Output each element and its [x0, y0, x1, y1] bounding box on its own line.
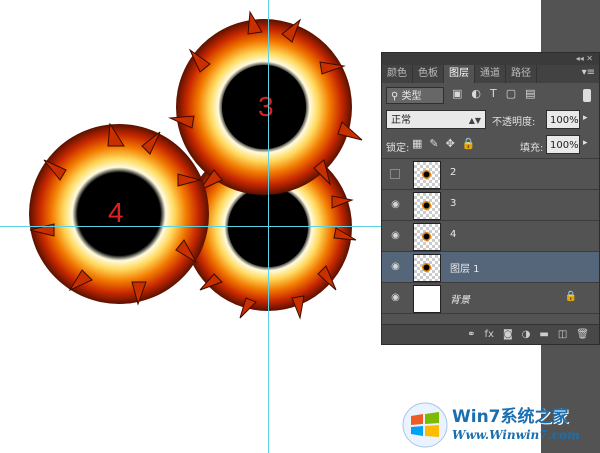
chevron-down-icon: ▲▼ [468, 116, 481, 125]
layers-panel: ◂◂ ✕ 颜色 色板 图层 通道 路径 ▾≡ ⚲ 类型 ▣ ◐ T ▢ ▤ 正常… [381, 52, 600, 345]
fill-input[interactable]: 100% [546, 135, 580, 154]
sun-layer-4: 4 [29, 122, 209, 306]
lock-icon: 🔒 [564, 291, 577, 302]
smart-object-filter-icon[interactable]: ▤ [525, 87, 535, 100]
watermark: Win7系统之家 Www.Winwin7.com [400, 400, 600, 453]
type-filter-icon[interactable]: T [490, 87, 497, 100]
search-icon: ⚲ [391, 91, 402, 102]
new-layer-icon[interactable]: ◫ [558, 329, 567, 340]
tab-channels[interactable]: 通道 [475, 65, 506, 83]
fill-slider-icon[interactable]: ▸ [583, 138, 588, 148]
opacity-input[interactable]: 100% [546, 110, 580, 129]
sun-label-4: 4 [108, 197, 124, 228]
filter-icons: ▣ ◐ T ▢ ▤ [452, 87, 536, 100]
visibility-off-icon[interactable] [390, 169, 400, 179]
lock-transparent-icon[interactable]: ▦ [412, 137, 422, 150]
layer-thumbnail [413, 254, 441, 282]
link-icon[interactable]: ⚭ [467, 329, 475, 340]
filter-type-dropdown[interactable]: ⚲ 类型 [386, 87, 444, 104]
layer-row-4[interactable]: ◉ 4 [382, 221, 599, 252]
lock-all-icon[interactable]: 🔒 [462, 137, 476, 150]
collapse-icon[interactable]: ◂◂ ✕ [576, 54, 593, 63]
windows-logo-icon [402, 402, 448, 448]
layer-row-3[interactable]: ◉ 3 [382, 190, 599, 221]
lock-options: ▦ ✎ ✥ 🔒 [412, 137, 476, 150]
eye-icon[interactable]: ◉ [390, 199, 401, 210]
layer-row-layer1[interactable]: ◉ 图层 1 [382, 252, 599, 283]
sun-layer-3: 3 [168, 10, 363, 195]
panel-menu-icon[interactable]: ▾≡ [582, 67, 595, 78]
trash-icon[interactable]: 🗑 [576, 329, 589, 340]
folder-icon[interactable]: ▬ [539, 329, 548, 340]
adjustment-icon[interactable]: ◑ [522, 329, 531, 340]
fx-icon[interactable]: fx [485, 329, 494, 340]
layer-row-background[interactable]: ◉ 背景 🔒 [382, 283, 599, 314]
layer-name: 3 [450, 198, 457, 209]
tab-layers[interactable]: 图层 [444, 65, 475, 83]
tab-color[interactable]: 颜色 [382, 65, 413, 83]
layer-name: 2 [450, 167, 457, 178]
blend-mode-value: 正常 [391, 115, 411, 126]
panel-bottom-toolbar: ⚭ fx ◙ ◑ ▬ ◫ 🗑 [382, 324, 599, 344]
image-filter-icon[interactable]: ▣ [452, 87, 462, 100]
watermark-title: Win7系统之家 [452, 407, 569, 427]
fill-label: 填充: [520, 143, 544, 154]
opacity-slider-icon[interactable]: ▸ [583, 113, 588, 123]
mask-icon[interactable]: ◙ [503, 329, 513, 340]
panel-tabs: 颜色 色板 图层 通道 路径 [382, 65, 599, 83]
layer-name: 图层 1 [450, 264, 480, 275]
layer-name: 4 [450, 229, 457, 240]
tab-paths[interactable]: 路径 [506, 65, 537, 83]
filter-toggle[interactable] [583, 89, 591, 102]
lock-position-icon[interactable]: ✥ [446, 137, 455, 150]
layer-thumbnail [413, 285, 441, 313]
layer-list: 2 ◉ 3 ◉ 4 ◉ 图层 1 ◉ 背景 🔒 [382, 158, 599, 314]
layer-thumbnail [413, 192, 441, 220]
panel-title-bar[interactable]: ◂◂ ✕ [382, 53, 599, 65]
layer-thumbnail [413, 223, 441, 251]
adjustment-filter-icon[interactable]: ◐ [471, 87, 481, 100]
blend-mode-dropdown[interactable]: 正常 ▲▼ [386, 110, 486, 129]
eye-icon[interactable]: ◉ [390, 230, 401, 241]
filter-type-label: 类型 [401, 91, 422, 102]
lock-pixels-icon[interactable]: ✎ [429, 137, 438, 150]
watermark-url: Www.Winwin7.com [452, 428, 580, 442]
lock-label: 锁定: [386, 143, 410, 154]
opacity-label: 不透明度: [492, 117, 536, 128]
tab-swatches[interactable]: 色板 [413, 65, 444, 83]
eye-icon[interactable]: ◉ [390, 261, 401, 272]
layer-row-2[interactable]: 2 [382, 159, 599, 190]
eye-icon[interactable]: ◉ [390, 292, 401, 303]
shape-filter-icon[interactable]: ▢ [506, 87, 516, 100]
sun-label-3: 3 [258, 91, 274, 122]
layer-thumbnail [413, 161, 441, 189]
layer-name: 背景 [450, 295, 470, 306]
vertical-guide[interactable] [268, 0, 269, 453]
